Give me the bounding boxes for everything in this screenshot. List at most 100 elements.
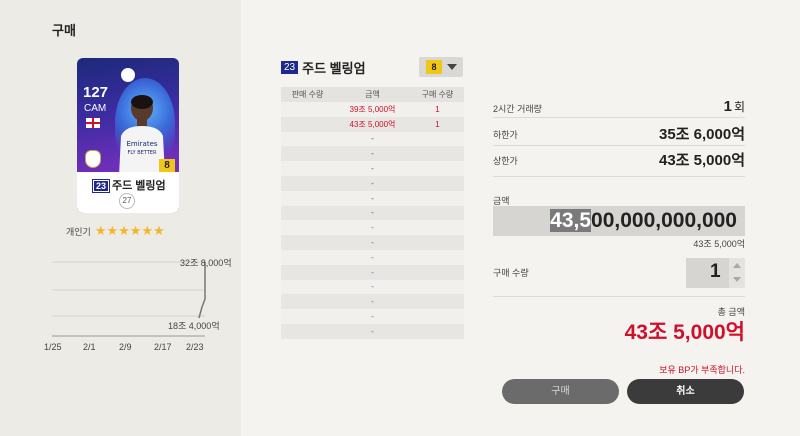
x-tick-label: 2/17 — [154, 342, 172, 352]
quantity-stepper[interactable]: 1 — [686, 258, 745, 288]
column-header-sell-qty: 판매 수량 — [281, 87, 335, 102]
x-tick-label: 1/25 — [44, 342, 62, 352]
table-row[interactable]: - — [281, 279, 464, 295]
amount-selected-text: 43,5 — [550, 209, 592, 232]
card-rank: 27 — [119, 193, 135, 209]
card-name: 23 주드 벨링엄 — [91, 177, 166, 193]
buy-qty-cell — [410, 161, 464, 176]
page-title: 구매 — [52, 23, 76, 38]
buy-qty-cell — [410, 235, 464, 250]
insufficient-bp-warning: 보유 BP가 부족합니다. — [659, 365, 745, 375]
table-row[interactable]: - — [281, 220, 464, 236]
table-row[interactable]: - — [281, 235, 464, 250]
table-row[interactable]: - — [281, 190, 464, 206]
sell-qty-cell — [281, 249, 335, 265]
table-row[interactable]: - — [281, 323, 464, 339]
column-header-buy-qty: 구매 수량 — [410, 87, 464, 102]
price-cell: - — [334, 146, 411, 162]
svg-text:Emirates: Emirates — [126, 140, 157, 148]
level-select-value: 8 — [426, 60, 442, 74]
club-crest-icon — [85, 150, 101, 168]
buy-qty-cell — [410, 146, 464, 162]
buy-qty-cell — [410, 131, 464, 147]
player-card: Emirates FLY BETTER 127 CAM 8 23 주드 벨링엄 2… — [77, 58, 179, 213]
svg-text:FLY BETTER: FLY BETTER — [128, 150, 157, 156]
buy-qty-cell — [410, 323, 464, 339]
amount-readable: 43조 5,000억 — [693, 239, 745, 249]
divider — [493, 145, 745, 146]
table-row[interactable]: - — [281, 161, 464, 176]
price-history-chart: 32조 8,000억 18조 4,000억 1/25 2/1 2/9 2/17 … — [44, 257, 232, 352]
buy-qty-cell — [410, 249, 464, 265]
price-cell: - — [334, 205, 411, 221]
sell-qty-cell — [281, 161, 335, 176]
card-position: CAM — [84, 103, 107, 114]
x-tick-label: 2/9 — [119, 342, 132, 352]
chevron-down-icon[interactable] — [733, 277, 741, 282]
cancel-button[interactable]: 취소 — [627, 379, 744, 404]
season-badge: 23 — [91, 179, 111, 193]
price-cell: - — [334, 131, 411, 147]
chart-low-label: 18조 4,000억 — [168, 320, 220, 331]
amount-rest-text: 00,000,000,000 — [591, 209, 737, 232]
table-row[interactable]: 39조 5,000억 1 — [281, 102, 464, 117]
order-book-table: 판매 수량 금액 구매 수량 39조 5,000억 1 43조 5,000억 1- - -… — [281, 87, 464, 339]
divider — [493, 176, 745, 177]
table-row[interactable]: - — [281, 309, 464, 324]
amount-input-value: 43,500,000,000,000 — [550, 209, 737, 233]
card-level-badge: 8 — [159, 159, 175, 173]
buy-qty-cell — [410, 294, 464, 310]
sell-qty-cell — [281, 102, 335, 117]
order-book-rows: 39조 5,000억 1 43조 5,000억 1- - - - - - - - - - - - - - — [281, 102, 464, 339]
trade-volume-unit: 회 — [733, 100, 745, 114]
champions-league-icon — [121, 68, 135, 82]
listing-season-badge: 23 — [281, 60, 299, 74]
buy-qty-cell — [410, 190, 464, 206]
price-cell: - — [334, 161, 411, 176]
quantity-label: 구매 수량 — [493, 268, 529, 278]
stepper-buttons — [729, 258, 745, 288]
star-rating-icon: ★★★★★★ — [94, 223, 165, 238]
buy-qty-cell: 1 — [410, 116, 464, 132]
table-row[interactable]: - — [281, 175, 464, 191]
price-cell: - — [334, 175, 411, 191]
table-row[interactable]: - — [281, 294, 464, 310]
table-row[interactable]: - — [281, 131, 464, 147]
chevron-up-icon[interactable] — [733, 263, 741, 268]
price-cell: - — [334, 190, 411, 206]
buy-qty-cell — [410, 279, 464, 295]
divider — [493, 117, 745, 118]
card-nameplate: 23 주드 벨링엄 27 — [77, 172, 179, 213]
price-cell: - — [334, 323, 411, 339]
amount-input[interactable]: 43,500,000,000,000 — [493, 206, 745, 236]
price-cell: - — [334, 294, 411, 310]
order-book-header: 23 주드 벨링엄 8 — [281, 57, 464, 77]
sell-qty-cell — [281, 323, 335, 339]
sell-qty-cell — [281, 190, 335, 206]
chevron-down-icon — [447, 64, 457, 70]
sell-qty-cell — [281, 264, 335, 280]
price-cell: - — [334, 279, 411, 295]
quantity-value: 1 — [710, 261, 721, 282]
price-cell: - — [334, 309, 411, 324]
price-cell: 39조 5,000억 — [334, 102, 411, 117]
level-select[interactable]: 8 — [419, 57, 463, 77]
table-row[interactable]: 43조 5,000억 1 — [281, 116, 464, 132]
sell-qty-cell — [281, 205, 335, 221]
buy-qty-cell — [410, 205, 464, 221]
table-row[interactable]: - — [281, 249, 464, 265]
table-row[interactable]: - — [281, 264, 464, 280]
sell-qty-cell — [281, 279, 335, 295]
table-row[interactable]: - — [281, 205, 464, 221]
player-info-panel: 구매 Emirates FLY BETTER 127 CAM 8 23 주드 벨링… — [0, 0, 241, 436]
card-ovr: 127 — [83, 84, 109, 101]
popularity-label: 개인기 — [66, 226, 91, 237]
sell-qty-cell — [281, 116, 335, 132]
price-cell: - — [334, 235, 411, 250]
table-row[interactable]: - — [281, 146, 464, 162]
sell-qty-cell — [281, 175, 335, 191]
price-cell: - — [334, 220, 411, 236]
sell-qty-cell — [281, 131, 335, 147]
buy-button[interactable]: 구매 — [502, 379, 619, 404]
lower-limit-value: 35조 6,000억 — [659, 126, 745, 143]
